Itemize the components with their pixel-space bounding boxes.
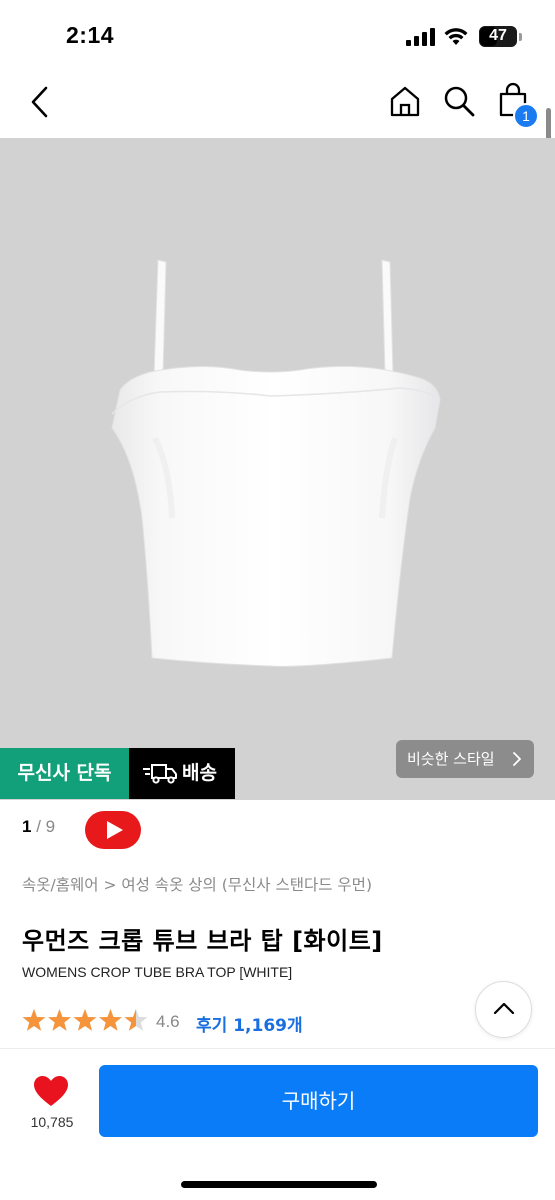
cellular-signal-icon (406, 28, 435, 46)
home-indicator (181, 1181, 377, 1188)
status-bar: 2:14 47 (0, 0, 555, 70)
bottom-action-bar: 10,785 구매하기 (0, 1048, 555, 1200)
star-icon (73, 1009, 97, 1031)
battery-indicator: 47 (479, 26, 517, 47)
battery-level: 47 (489, 27, 507, 44)
chevron-right-icon (513, 752, 521, 766)
gallery-current-page: 1 (22, 817, 32, 836)
rating-value: 4.6 (156, 1012, 180, 1031)
delivery-tag: 배송 (129, 748, 235, 799)
similar-style-button[interactable]: 비슷한 스타일 (396, 740, 534, 778)
gallery-total-pages: 9 (45, 817, 56, 836)
gallery-page-indicator: 1 / 9 (22, 817, 55, 837)
like-count: 10,785 (30, 1114, 74, 1130)
top-navigation (0, 70, 555, 138)
delivery-label: 배송 (182, 762, 217, 784)
reviews-link[interactable]: 후기 1,169개 (196, 1011, 303, 1036)
star-icon (48, 1009, 71, 1031)
exclusive-tag: 무신사 단독 (0, 748, 129, 799)
back-icon[interactable] (28, 84, 56, 120)
scroll-to-top-button[interactable] (475, 981, 532, 1038)
buy-button[interactable]: 구매하기 (99, 1065, 538, 1137)
product-subtitle: WOMENS CROP TUBE BRA TOP [WHITE] (22, 964, 293, 980)
wifi-icon (444, 28, 468, 45)
similar-style-label: 비슷한 스타일 (407, 750, 495, 768)
fast-delivery-truck-icon (143, 764, 177, 784)
status-time: 2:14 (66, 22, 115, 48)
product-photo (111, 259, 441, 667)
heart-icon (34, 1076, 68, 1106)
product-title: 우먼즈 크롭 튜브 브라 탑 [화이트] (22, 927, 383, 955)
play-icon (107, 821, 123, 839)
search-icon[interactable] (442, 84, 476, 118)
rating-stars (22, 1009, 148, 1031)
star-icon (22, 1009, 46, 1031)
home-icon[interactable] (388, 84, 422, 118)
chevron-up-icon (493, 1002, 515, 1015)
youtube-video-button[interactable] (85, 811, 141, 849)
gallery-separator: / (36, 817, 41, 836)
product-image[interactable] (0, 138, 555, 800)
breadcrumb[interactable]: 속옷/홈웨어 > 여성 속옷 상의 (무신사 스탠다드 우먼) (22, 873, 372, 895)
like-button[interactable]: 10,785 (22, 1071, 82, 1135)
star-icon (99, 1009, 122, 1031)
cart-count-badge: 1 (513, 103, 539, 129)
battery-cap (519, 33, 522, 41)
